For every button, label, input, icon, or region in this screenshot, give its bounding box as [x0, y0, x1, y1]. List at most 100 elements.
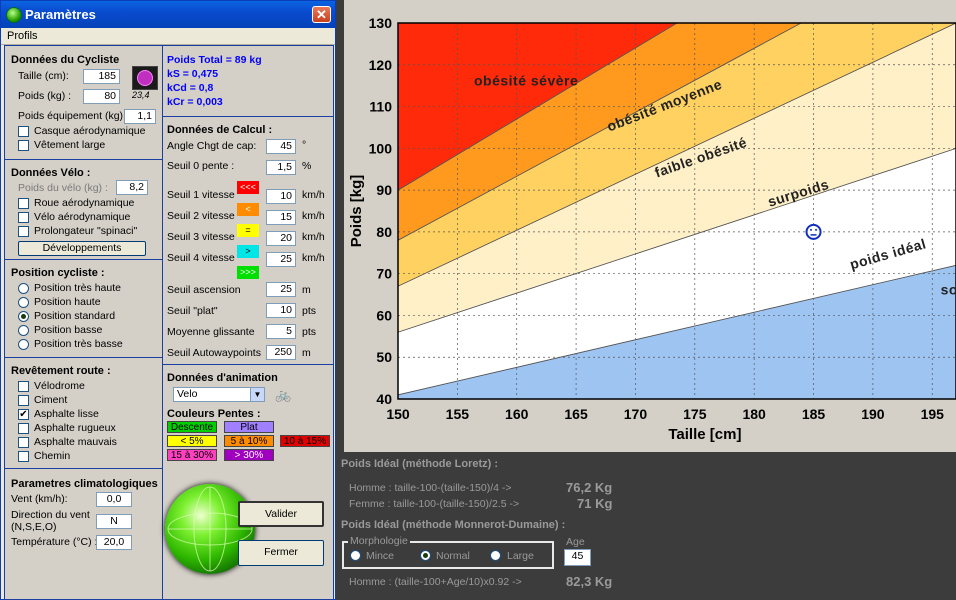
color-lt5[interactable]: < 5%	[167, 435, 217, 447]
color-plat[interactable]: Plat	[224, 421, 274, 433]
mince-radio[interactable]	[350, 550, 361, 561]
ideal-weight-chart: 150 155 160 165 170 175 180 185 190 195 40 50 60 70 80…	[348, 15, 956, 443]
seuil3-swatch[interactable]: =	[237, 224, 259, 237]
color-gt30[interactable]: > 30%	[224, 449, 274, 461]
seuil2-input[interactable]: 15	[266, 210, 296, 225]
prolong-label: Prolongateur "spinaci"	[34, 225, 138, 237]
seuil2-label: Seuil 2 vitesse	[167, 210, 235, 222]
normal-label: Normal	[436, 550, 470, 562]
age-input[interactable]: 45	[564, 549, 591, 566]
ascension-input[interactable]: 25	[266, 282, 296, 297]
chevron-down-icon[interactable]: ▼	[250, 388, 264, 401]
vetement-label: Vêtement large	[34, 139, 106, 151]
roue-label: Roue aérodynamique	[34, 197, 135, 209]
climat-header: Parametres climatologiques	[11, 478, 158, 490]
taille-input[interactable]: 185	[83, 69, 120, 84]
vent-label: Vent (km/h):	[11, 493, 68, 505]
velo-header: Données Vélo :	[11, 167, 91, 179]
x-tick-label: 175	[683, 406, 707, 422]
monnerot-homme-formula: Homme : (taille-100+Age/10)x0.92 ->	[349, 576, 522, 588]
loretz-header: Poids Idéal (méthode Loretz) :	[341, 458, 499, 470]
seuil4-input[interactable]: 25	[266, 252, 296, 267]
autowp-input[interactable]: 250	[266, 345, 296, 360]
imc-value: 23,4	[132, 90, 150, 100]
vetement-checkbox[interactable]	[18, 140, 29, 151]
velodrome-checkbox[interactable]	[18, 381, 29, 392]
seuil4-swatch[interactable]: >	[237, 245, 259, 258]
seuil4-unit: km/h	[302, 252, 325, 264]
seuil4-label: Seuil 4 vitesse	[167, 252, 235, 264]
divider	[162, 116, 333, 117]
y-tick-label: 50	[376, 349, 392, 365]
ascension-unit: m	[302, 284, 311, 296]
normal-radio[interactable]	[420, 550, 431, 561]
ciment-checkbox[interactable]	[18, 395, 29, 406]
title-bar[interactable]: Paramètres ✕	[1, 1, 335, 28]
valider-button[interactable]: Valider	[238, 501, 324, 527]
large-radio[interactable]	[490, 550, 501, 561]
seuil1-swatch[interactable]: <<<	[237, 181, 259, 194]
seuil1-unit: km/h	[302, 189, 325, 201]
direction-input[interactable]: N	[96, 514, 132, 529]
seuil3-unit: km/h	[302, 231, 325, 243]
ascension-label: Seuil ascension	[167, 284, 241, 296]
imc-smiley-box	[132, 66, 158, 90]
asphalte-rugueux-checkbox[interactable]	[18, 423, 29, 434]
plat-label: Seuil "plat"	[167, 305, 218, 317]
y-tick-label: 110	[369, 99, 392, 115]
large-label: Large	[507, 550, 534, 562]
revetement-label: Chemin	[34, 450, 71, 462]
position-tres-haute-radio[interactable]	[18, 283, 29, 294]
animation-select[interactable]: Velo ▼	[173, 387, 265, 402]
x-tick-label: 195	[921, 406, 945, 422]
seuil1-input[interactable]: 10	[266, 189, 296, 204]
position-standard-radio[interactable]	[18, 311, 29, 322]
close-button[interactable]: ✕	[312, 6, 331, 23]
moyenne-input[interactable]: 5	[266, 324, 296, 339]
casque-label: Casque aérodynamique	[34, 125, 146, 137]
settings-panel: Données du Cycliste Taille (cm): 185 Poi…	[4, 45, 334, 600]
direction-label: Direction du vent	[11, 509, 90, 521]
prolong-checkbox[interactable]	[18, 226, 29, 237]
velo-aero-checkbox[interactable]	[18, 212, 29, 223]
position-basse-radio[interactable]	[18, 325, 29, 336]
seuil2-swatch[interactable]: <	[237, 203, 259, 216]
temperature-input[interactable]: 20,0	[96, 535, 132, 550]
menu-profils[interactable]: Profils	[7, 30, 38, 42]
seuil3-input[interactable]: 20	[266, 231, 296, 246]
vent-input[interactable]: 0,0	[96, 492, 132, 507]
roue-checkbox[interactable]	[18, 198, 29, 209]
position-label: Position très basse	[34, 338, 123, 350]
position-label: Position haute	[34, 296, 101, 308]
divider	[5, 357, 162, 358]
divider	[5, 159, 162, 160]
autowp-label: Seuil Autowaypoints	[167, 347, 261, 359]
color-descente[interactable]: Descente	[167, 421, 217, 433]
chemin-checkbox[interactable]	[18, 451, 29, 462]
x-tick-label: 150	[386, 406, 410, 422]
position-tres-basse-radio[interactable]	[18, 339, 29, 350]
seuil5-swatch[interactable]: >>>	[237, 266, 259, 279]
asphalte-mauvais-checkbox[interactable]	[18, 437, 29, 448]
x-tick-label: 155	[446, 406, 470, 422]
y-tick-label: 60	[376, 307, 392, 323]
poids-input[interactable]: 80	[83, 89, 120, 104]
color-5-10[interactable]: 5 à 10%	[224, 435, 274, 447]
revetement-label: Vélodrome	[34, 380, 85, 392]
poids-velo-input[interactable]: 8,2	[116, 180, 148, 195]
fermer-button[interactable]: Fermer	[238, 540, 324, 566]
asphalte-lisse-checkbox[interactable]: ✔	[18, 409, 29, 420]
plat-input[interactable]: 10	[266, 303, 296, 318]
poids-label: Poids (kg) :	[18, 90, 72, 102]
developpements-button[interactable]: Développements	[18, 241, 146, 256]
animation-select-value: Velo	[177, 388, 198, 400]
seuil0-input[interactable]: 1,5	[266, 160, 296, 175]
color-15-30[interactable]: 15 à 30%	[167, 449, 217, 461]
color-10-15[interactable]: 10 à 15%	[280, 435, 330, 447]
x-tick-label: 165	[564, 406, 588, 422]
angle-input[interactable]: 45	[266, 139, 296, 154]
position-haute-radio[interactable]	[18, 297, 29, 308]
velo-aero-label: Vélo aérodynamique	[34, 211, 131, 223]
casque-checkbox[interactable]	[18, 126, 29, 137]
equip-input[interactable]: 1,1	[124, 109, 156, 124]
